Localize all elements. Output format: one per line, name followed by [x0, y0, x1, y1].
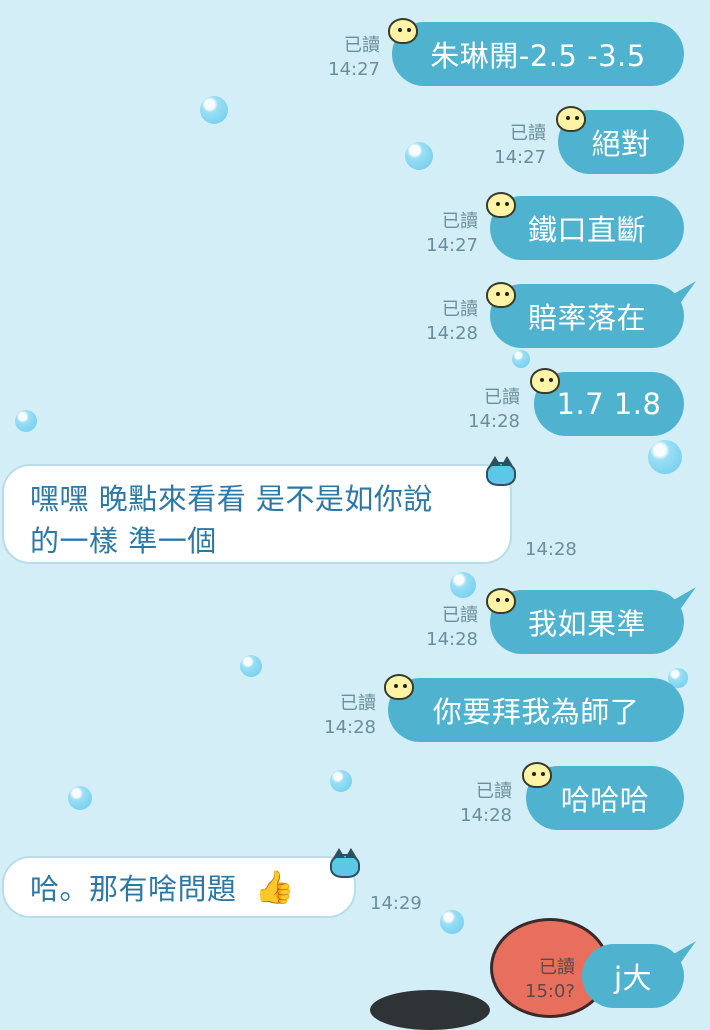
sticker-chick-icon — [556, 106, 586, 132]
read-receipt: 已讀 14:28 — [460, 781, 512, 826]
message-bubble-incoming[interactable]: 嘿嘿 晚點來看看 是不是如你說 的一樣 準一個 — [2, 464, 512, 564]
message-bubble-outgoing[interactable]: 我如果準 — [490, 590, 684, 654]
sticker-cat-icon — [330, 848, 360, 878]
background-bubble — [405, 142, 433, 170]
sticker-chick-icon — [486, 192, 516, 218]
message-bubble-incoming[interactable]: 哈。那有啥問題 👍 — [2, 856, 356, 918]
read-receipt: 已讀 14:28 — [426, 605, 478, 650]
background-bubble — [648, 440, 682, 474]
sticker-shadow — [370, 990, 490, 1030]
thumbs-up-emoji-icon: 👍 — [254, 868, 295, 906]
message-text: 哈。那有啥問題 — [30, 872, 237, 906]
message-bubble-outgoing[interactable]: 賠率落在 — [490, 284, 684, 348]
message-bubble-outgoing[interactable]: 朱琳開-2.5 -3.5 — [392, 22, 684, 86]
sticker-chick-icon — [388, 18, 418, 44]
read-receipt: 已讀 15:0? — [525, 957, 575, 1002]
message-timestamp: 14:29 — [370, 893, 422, 914]
message-timestamp: 14:28 — [525, 539, 577, 560]
sticker-chick-icon — [522, 762, 552, 788]
background-bubble — [330, 770, 352, 792]
message-bubble-outgoing[interactable]: 你要拜我為師了 — [388, 678, 684, 742]
sticker-cat-icon — [486, 456, 516, 486]
read-receipt: 已讀 14:28 — [324, 693, 376, 738]
bubble-tail — [672, 281, 696, 315]
sticker-chick-icon — [486, 282, 516, 308]
sticker-chick-icon — [530, 368, 560, 394]
background-bubble — [240, 655, 262, 677]
sticker-chick-icon — [384, 674, 414, 700]
background-bubble — [512, 350, 530, 368]
bubble-tail — [672, 941, 696, 975]
message-bubble-outgoing[interactable]: j大 — [582, 944, 684, 1008]
read-receipt: 已讀 14:28 — [468, 387, 520, 432]
read-receipt: 已讀 14:27 — [494, 123, 546, 168]
bubble-tail — [672, 587, 696, 621]
background-bubble — [15, 410, 37, 432]
background-bubble — [200, 96, 228, 124]
background-bubble — [68, 786, 92, 810]
read-receipt: 已讀 14:28 — [426, 299, 478, 344]
read-receipt: 已讀 14:27 — [328, 35, 380, 80]
read-receipt: 已讀 14:27 — [426, 211, 478, 256]
sticker-chick-icon — [486, 588, 516, 614]
background-bubble — [450, 572, 476, 598]
message-bubble-outgoing[interactable]: 鐵口直斷 — [490, 196, 684, 260]
